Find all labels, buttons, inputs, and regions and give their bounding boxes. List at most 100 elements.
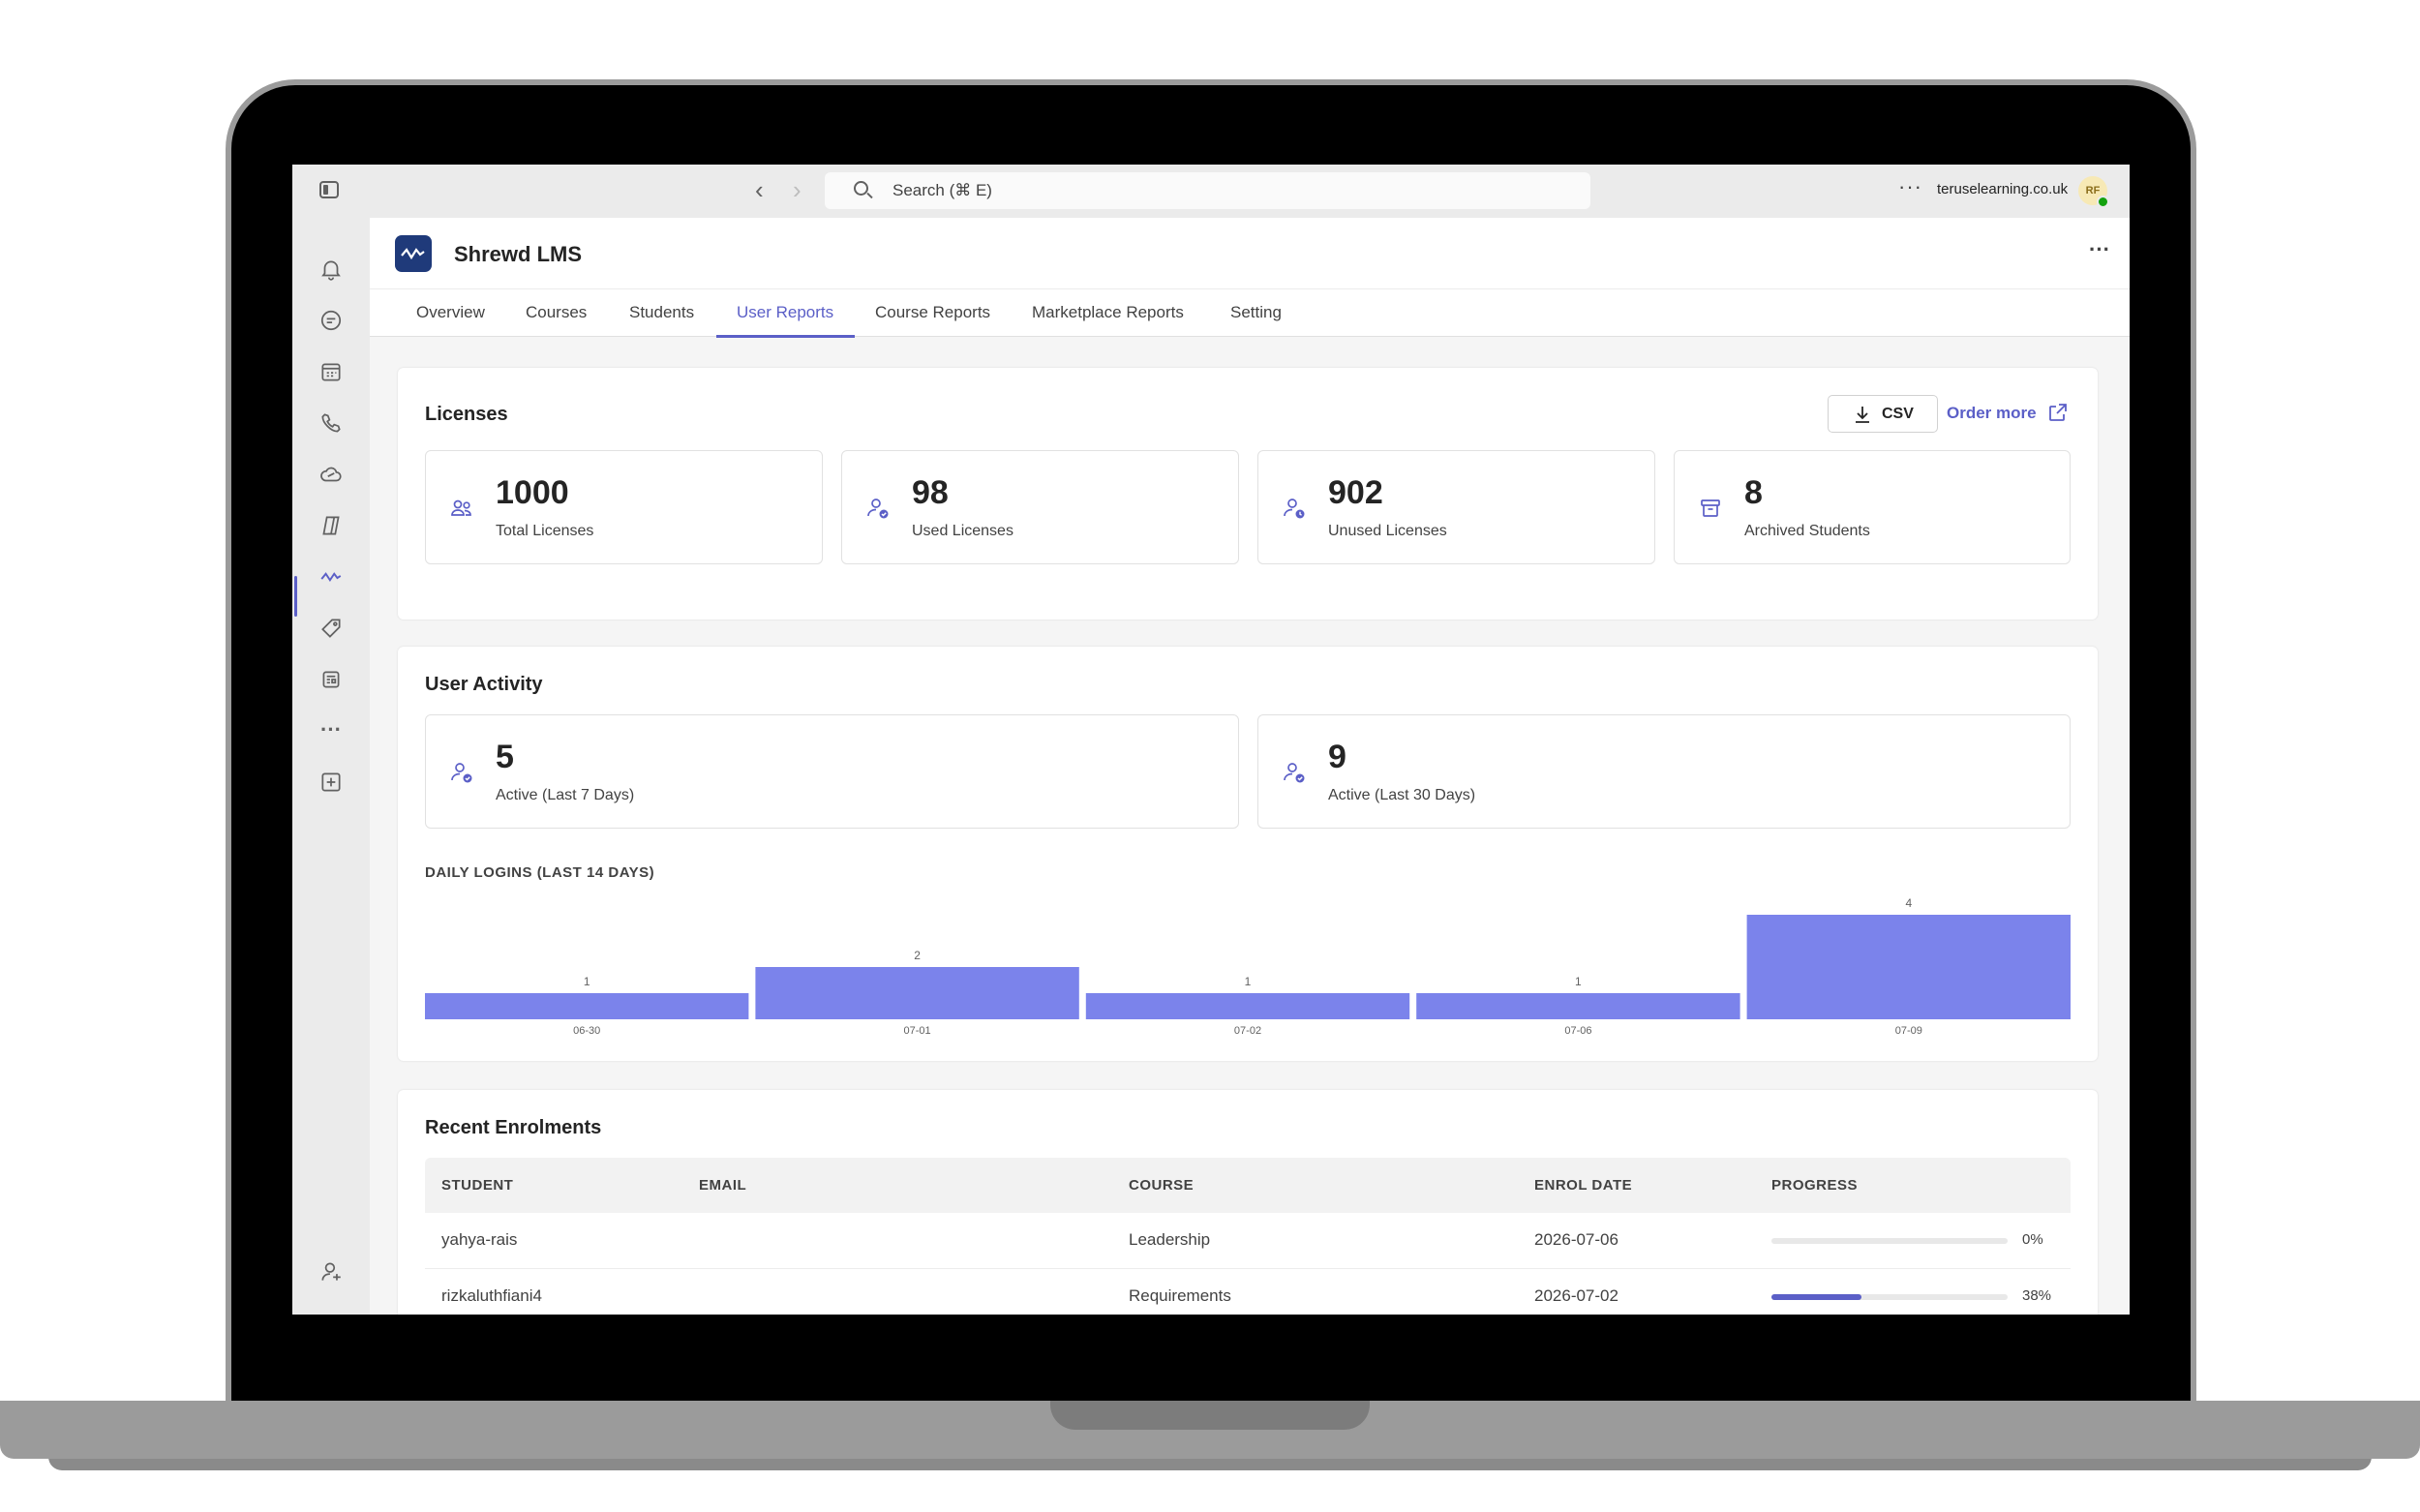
add-app-icon[interactable]	[318, 770, 345, 797]
tag-icon[interactable]	[318, 616, 345, 643]
phone-icon[interactable]	[318, 410, 345, 438]
recent-enrolments-card: Recent Enrolments STUDENT EMAIL COURSE E…	[398, 1090, 2098, 1315]
laptop-notch	[1050, 1401, 1370, 1430]
stat-label: Active (Last 30 Days)	[1328, 787, 1476, 803]
stat-label: Archived Students	[1744, 523, 1870, 539]
progress-bar	[1771, 1238, 2008, 1244]
progress-bar	[1771, 1294, 2008, 1300]
app-header: Shrewd LMS ···	[370, 218, 2130, 288]
tab-students[interactable]: Students	[629, 303, 694, 322]
copilot-icon[interactable]	[318, 513, 345, 540]
more-options-icon[interactable]: ···	[1898, 174, 1922, 199]
archive-icon	[1701, 499, 1720, 517]
cell-course: Requirements	[1129, 1286, 1231, 1305]
tenant-name[interactable]: teruselearning.co.uk	[1937, 181, 2068, 197]
app-logo-icon	[395, 235, 432, 272]
bar-value-label: 1	[1575, 975, 1582, 988]
csv-button-label: CSV	[1882, 406, 1914, 422]
user-check-icon	[451, 763, 472, 783]
back-arrow-icon[interactable]: ‹	[755, 177, 764, 202]
table-row[interactable]: rizkaluthfiani4 Requirements 2026-07-02 …	[425, 1269, 2071, 1315]
table-header: STUDENT EMAIL COURSE ENROL DATE PROGRESS	[425, 1158, 2071, 1213]
chart-bar[interactable]	[1085, 993, 1410, 1019]
app-content: Shrewd LMS ··· Overview Courses Students…	[370, 218, 2130, 1315]
column-header-student[interactable]: STUDENT	[441, 1177, 513, 1194]
tab-setting[interactable]: Setting	[1230, 303, 1282, 322]
licenses-title: Licenses	[425, 404, 508, 425]
stat-value: 5	[496, 739, 514, 775]
stat-label: Unused Licenses	[1328, 523, 1447, 539]
app-rail: ···	[292, 218, 370, 1315]
tab-marketplace-reports[interactable]: Marketplace Reports	[1032, 303, 1184, 322]
user-check-icon	[867, 499, 889, 519]
order-more-link[interactable]: Order more	[1947, 404, 2037, 423]
stat-value: 98	[912, 474, 949, 511]
column-header-course[interactable]: COURSE	[1129, 1177, 1194, 1194]
csv-download-button[interactable]: CSV	[1828, 395, 1938, 433]
help-icon[interactable]	[318, 1259, 345, 1286]
tab-course-reports[interactable]: Course Reports	[875, 303, 990, 322]
column-header-enrol-date[interactable]: ENROL DATE	[1534, 1177, 1632, 1194]
app-more-icon[interactable]: ···	[2089, 237, 2110, 262]
cell-student: rizkaluthfiani4	[441, 1286, 542, 1305]
cell-student: yahya-rais	[441, 1230, 518, 1249]
progress-percent: 38%	[2022, 1287, 2052, 1304]
bar-value-label: 1	[1245, 975, 1252, 988]
active-tab-indicator	[716, 335, 855, 338]
table-row[interactable]: yahya-rais Leadership 2026-07-06 0%	[425, 1213, 2071, 1269]
stat-unused-licenses: 902 Unused Licenses	[1257, 450, 1655, 564]
rail-active-indicator	[294, 576, 297, 617]
stat-value: 902	[1328, 474, 1383, 511]
bar-value-label: 2	[914, 949, 921, 962]
search-input[interactable]: Search (⌘ E)	[825, 172, 1590, 209]
news-icon[interactable]	[318, 667, 345, 694]
stat-label: Total Licenses	[496, 523, 594, 539]
user-clock-icon	[1284, 499, 1305, 519]
tab-courses[interactable]: Courses	[526, 303, 587, 322]
chart-title: DAILY LOGINS (LAST 14 DAYS)	[425, 864, 655, 881]
app-activity-icon[interactable]	[318, 564, 345, 591]
app-title: Shrewd LMS	[454, 242, 583, 266]
sidebar-toggle-icon[interactable]	[319, 181, 339, 198]
bar-value-label: 4	[1905, 896, 1912, 910]
stat-label: Active (Last 7 Days)	[496, 787, 635, 803]
stat-archived-students: 8 Archived Students	[1674, 450, 2071, 564]
stat-used-licenses: 98 Used Licenses	[841, 450, 1239, 564]
recent-enrolments-title: Recent Enrolments	[425, 1117, 602, 1138]
search-icon	[854, 181, 868, 196]
forward-arrow-icon[interactable]: ›	[793, 177, 802, 202]
tab-overview[interactable]: Overview	[416, 303, 485, 322]
chart-bar[interactable]	[755, 967, 1079, 1019]
bell-icon[interactable]	[318, 257, 345, 284]
tab-user-reports[interactable]: User Reports	[737, 303, 833, 322]
bar-value-label: 1	[584, 975, 590, 988]
calendar-icon[interactable]	[318, 359, 345, 386]
x-tick-label: 07-01	[904, 1025, 931, 1037]
cloud-icon[interactable]	[318, 462, 345, 489]
column-header-email[interactable]: EMAIL	[699, 1177, 746, 1194]
x-tick-label: 07-09	[1895, 1025, 1922, 1037]
download-icon	[1856, 407, 1869, 423]
user-activity-card: User Activity 5 Active (Last 7 Days) 9 A…	[398, 647, 2098, 1061]
screen: ‹ › Search (⌘ E) ··· teruselearning.co.u…	[292, 165, 2130, 1315]
user-check-icon	[1284, 763, 1305, 783]
daily-logins-chart: 1 06-30 2 07-01 1 07-02 1 07-06 4 07-09	[425, 896, 2071, 1037]
chart-bar[interactable]	[425, 993, 749, 1019]
stat-label: Used Licenses	[912, 523, 1013, 539]
external-link-icon[interactable]	[2047, 402, 2069, 423]
chat-icon[interactable]	[318, 308, 345, 335]
column-header-progress[interactable]: PROGRESS	[1771, 1177, 1858, 1194]
cell-course: Leadership	[1129, 1230, 1211, 1249]
progress-fill	[1771, 1294, 1861, 1300]
stat-active-30-days: 9 Active (Last 30 Days)	[1257, 714, 2071, 829]
title-bar: ‹ › Search (⌘ E) ··· teruselearning.co.u…	[292, 165, 2130, 218]
stat-total-licenses: 1000 Total Licenses	[425, 450, 823, 564]
chart-bar[interactable]	[1416, 993, 1740, 1019]
stat-value: 8	[1744, 474, 1763, 511]
progress-percent: 0%	[2022, 1231, 2043, 1248]
users-icon	[451, 499, 471, 516]
x-tick-label: 07-02	[1234, 1025, 1261, 1037]
more-apps-icon[interactable]: ···	[318, 716, 345, 743]
cell-enrol-date: 2026-07-06	[1534, 1230, 1618, 1249]
chart-bar[interactable]	[1746, 915, 2071, 1019]
